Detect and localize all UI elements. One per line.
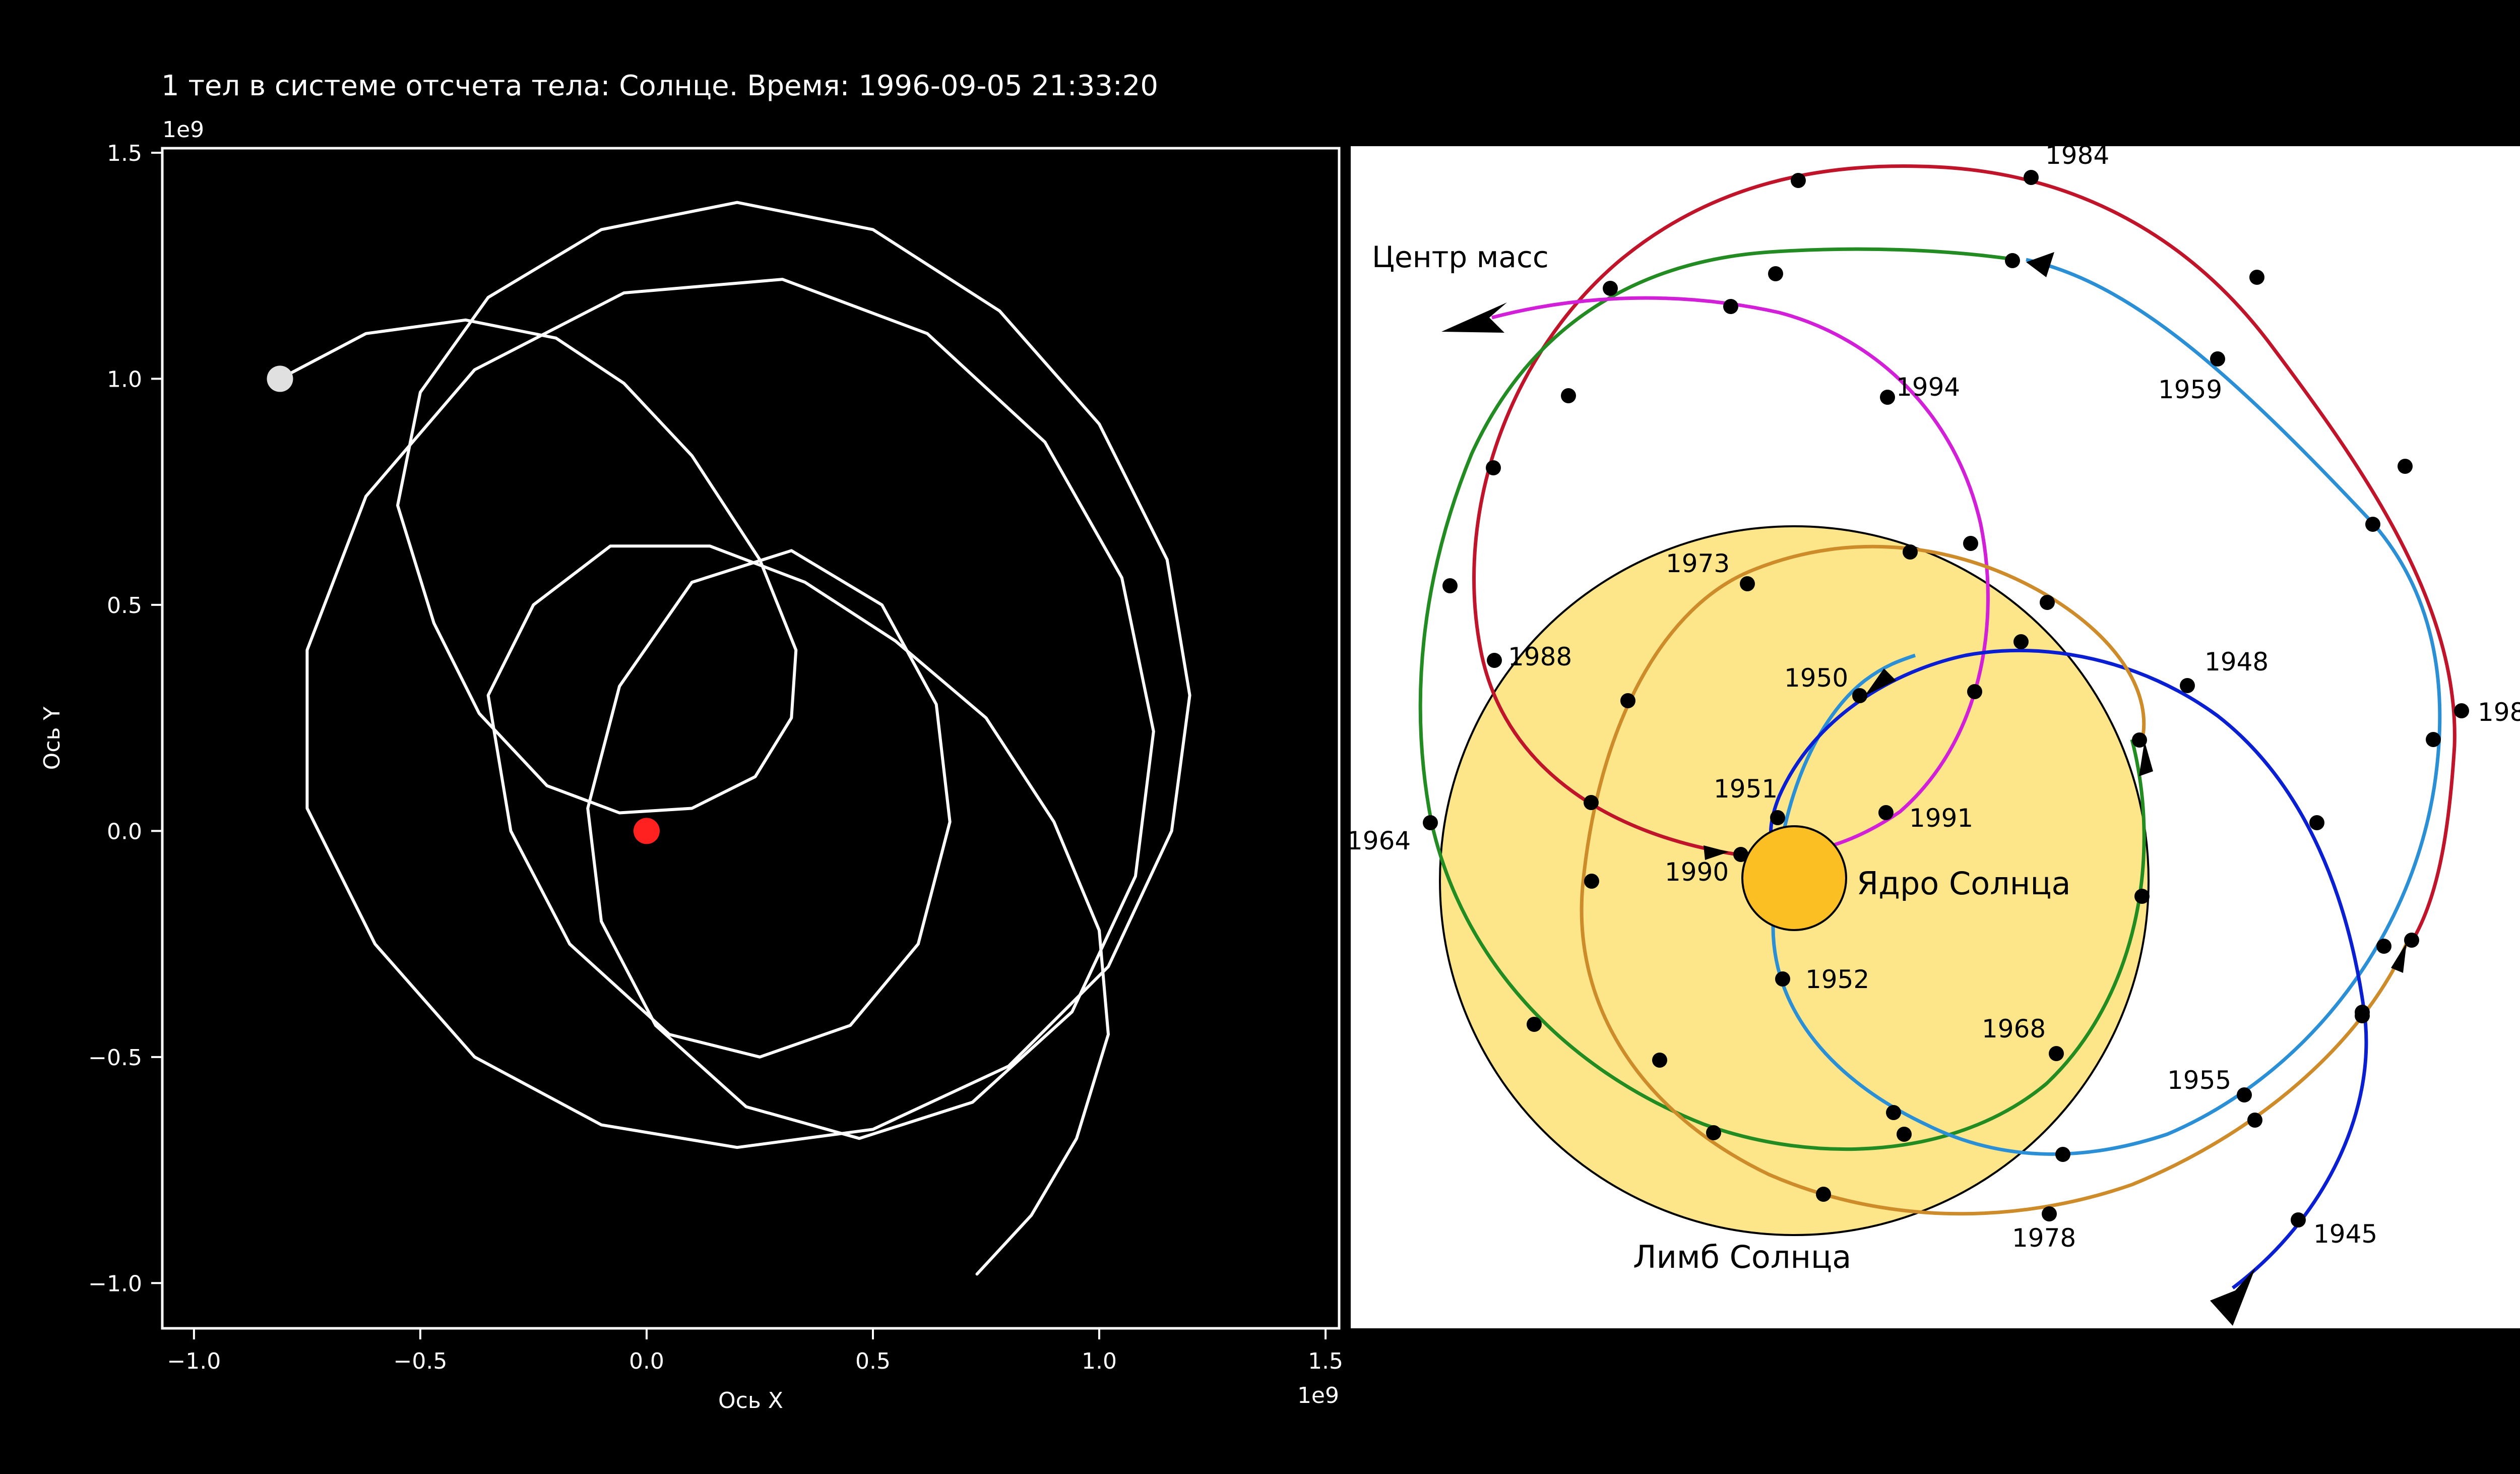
year-dot <box>1561 388 1576 403</box>
year-dot <box>2042 1206 2057 1221</box>
year-dot <box>2180 678 2195 693</box>
year-dot <box>2355 1008 2370 1023</box>
year-dot <box>1442 578 1458 593</box>
year-label: 1981 <box>2478 698 2520 727</box>
year-label: 1950 <box>1784 663 1848 693</box>
year-dot <box>1878 805 1894 820</box>
year-dot <box>1963 536 1978 551</box>
year-dot <box>1886 1105 1901 1120</box>
year-dot <box>1768 266 1783 281</box>
year-dot <box>1706 1125 1721 1140</box>
year-dot <box>2376 939 2391 954</box>
year-label: 1952 <box>1805 965 1869 994</box>
year-dot <box>1733 847 1748 862</box>
year-dot <box>2454 703 2469 718</box>
year-dot <box>2210 351 2225 366</box>
year-label: 1984 <box>2045 141 2109 170</box>
year-dot <box>2249 270 2264 285</box>
year-dot <box>1897 1127 1912 1142</box>
year-label: 1951 <box>1714 774 1778 804</box>
year-label: 1988 <box>1508 642 1572 671</box>
year-dot <box>1852 688 1867 703</box>
year-label: 1959 <box>2158 375 2222 404</box>
sun-core-disk <box>1741 825 1847 931</box>
year-label: 1994 <box>1896 373 1960 402</box>
year-label: 1945 <box>2313 1219 2377 1249</box>
year-dot <box>2055 1147 2070 1162</box>
year-label: 1948 <box>2204 647 2269 677</box>
year-dot <box>2398 459 2413 474</box>
year-dot <box>2040 595 2055 610</box>
year-dot <box>2365 517 2380 532</box>
year-label: 1991 <box>1909 804 1973 833</box>
year-dot <box>1816 1187 1831 1202</box>
year-dot <box>2132 732 2147 748</box>
year-dot <box>2404 933 2419 948</box>
year-dot <box>1967 684 1982 699</box>
year-label: 1990 <box>1665 857 1729 887</box>
year-label: 1968 <box>1982 1014 2046 1043</box>
year-dot <box>1584 795 1599 810</box>
year-label: 1955 <box>2167 1066 2231 1095</box>
year-dot <box>1791 173 1806 188</box>
year-label: 1973 <box>1666 549 1730 578</box>
year-dot <box>2309 815 2324 830</box>
year-dot <box>2291 1212 2306 1227</box>
year-dot <box>2013 634 2029 649</box>
year-dot <box>1880 390 1895 405</box>
year-dot <box>1423 815 1438 830</box>
year-dot <box>2134 889 2150 904</box>
label-sun-limb: Лимб Солнца <box>1633 1239 1851 1275</box>
year-dot <box>1770 810 1785 825</box>
year-dot <box>1652 1053 1667 1068</box>
year-dot <box>1584 874 1599 889</box>
year-dot <box>2049 1046 2064 1061</box>
year-dot <box>2426 732 2441 747</box>
year-dot <box>1620 693 1635 708</box>
year-dot <box>1486 460 1501 475</box>
year-dot <box>1603 281 1618 296</box>
year-label: 1964 <box>1347 826 1411 855</box>
year-dot <box>2237 1087 2252 1102</box>
label-sun-core: Ядро Солнца <box>1857 865 2071 902</box>
label-center-of-mass: Центр масс <box>1372 240 1549 274</box>
year-dot <box>2024 170 2039 185</box>
year-dot <box>1527 1017 1542 1032</box>
year-dot <box>1775 971 1790 987</box>
year-dot <box>1740 576 1755 591</box>
year-label: 1978 <box>2012 1223 2076 1253</box>
year-dot <box>1487 653 1502 668</box>
sun-barycenter-diagram: Центр масс Ядро Солнца Лимб Солнца 1984 … <box>1347 141 2520 1328</box>
year-dot <box>1903 544 1918 560</box>
year-dot <box>2005 253 2020 268</box>
year-dot <box>1723 299 1738 314</box>
year-dot <box>2247 1113 2262 1128</box>
